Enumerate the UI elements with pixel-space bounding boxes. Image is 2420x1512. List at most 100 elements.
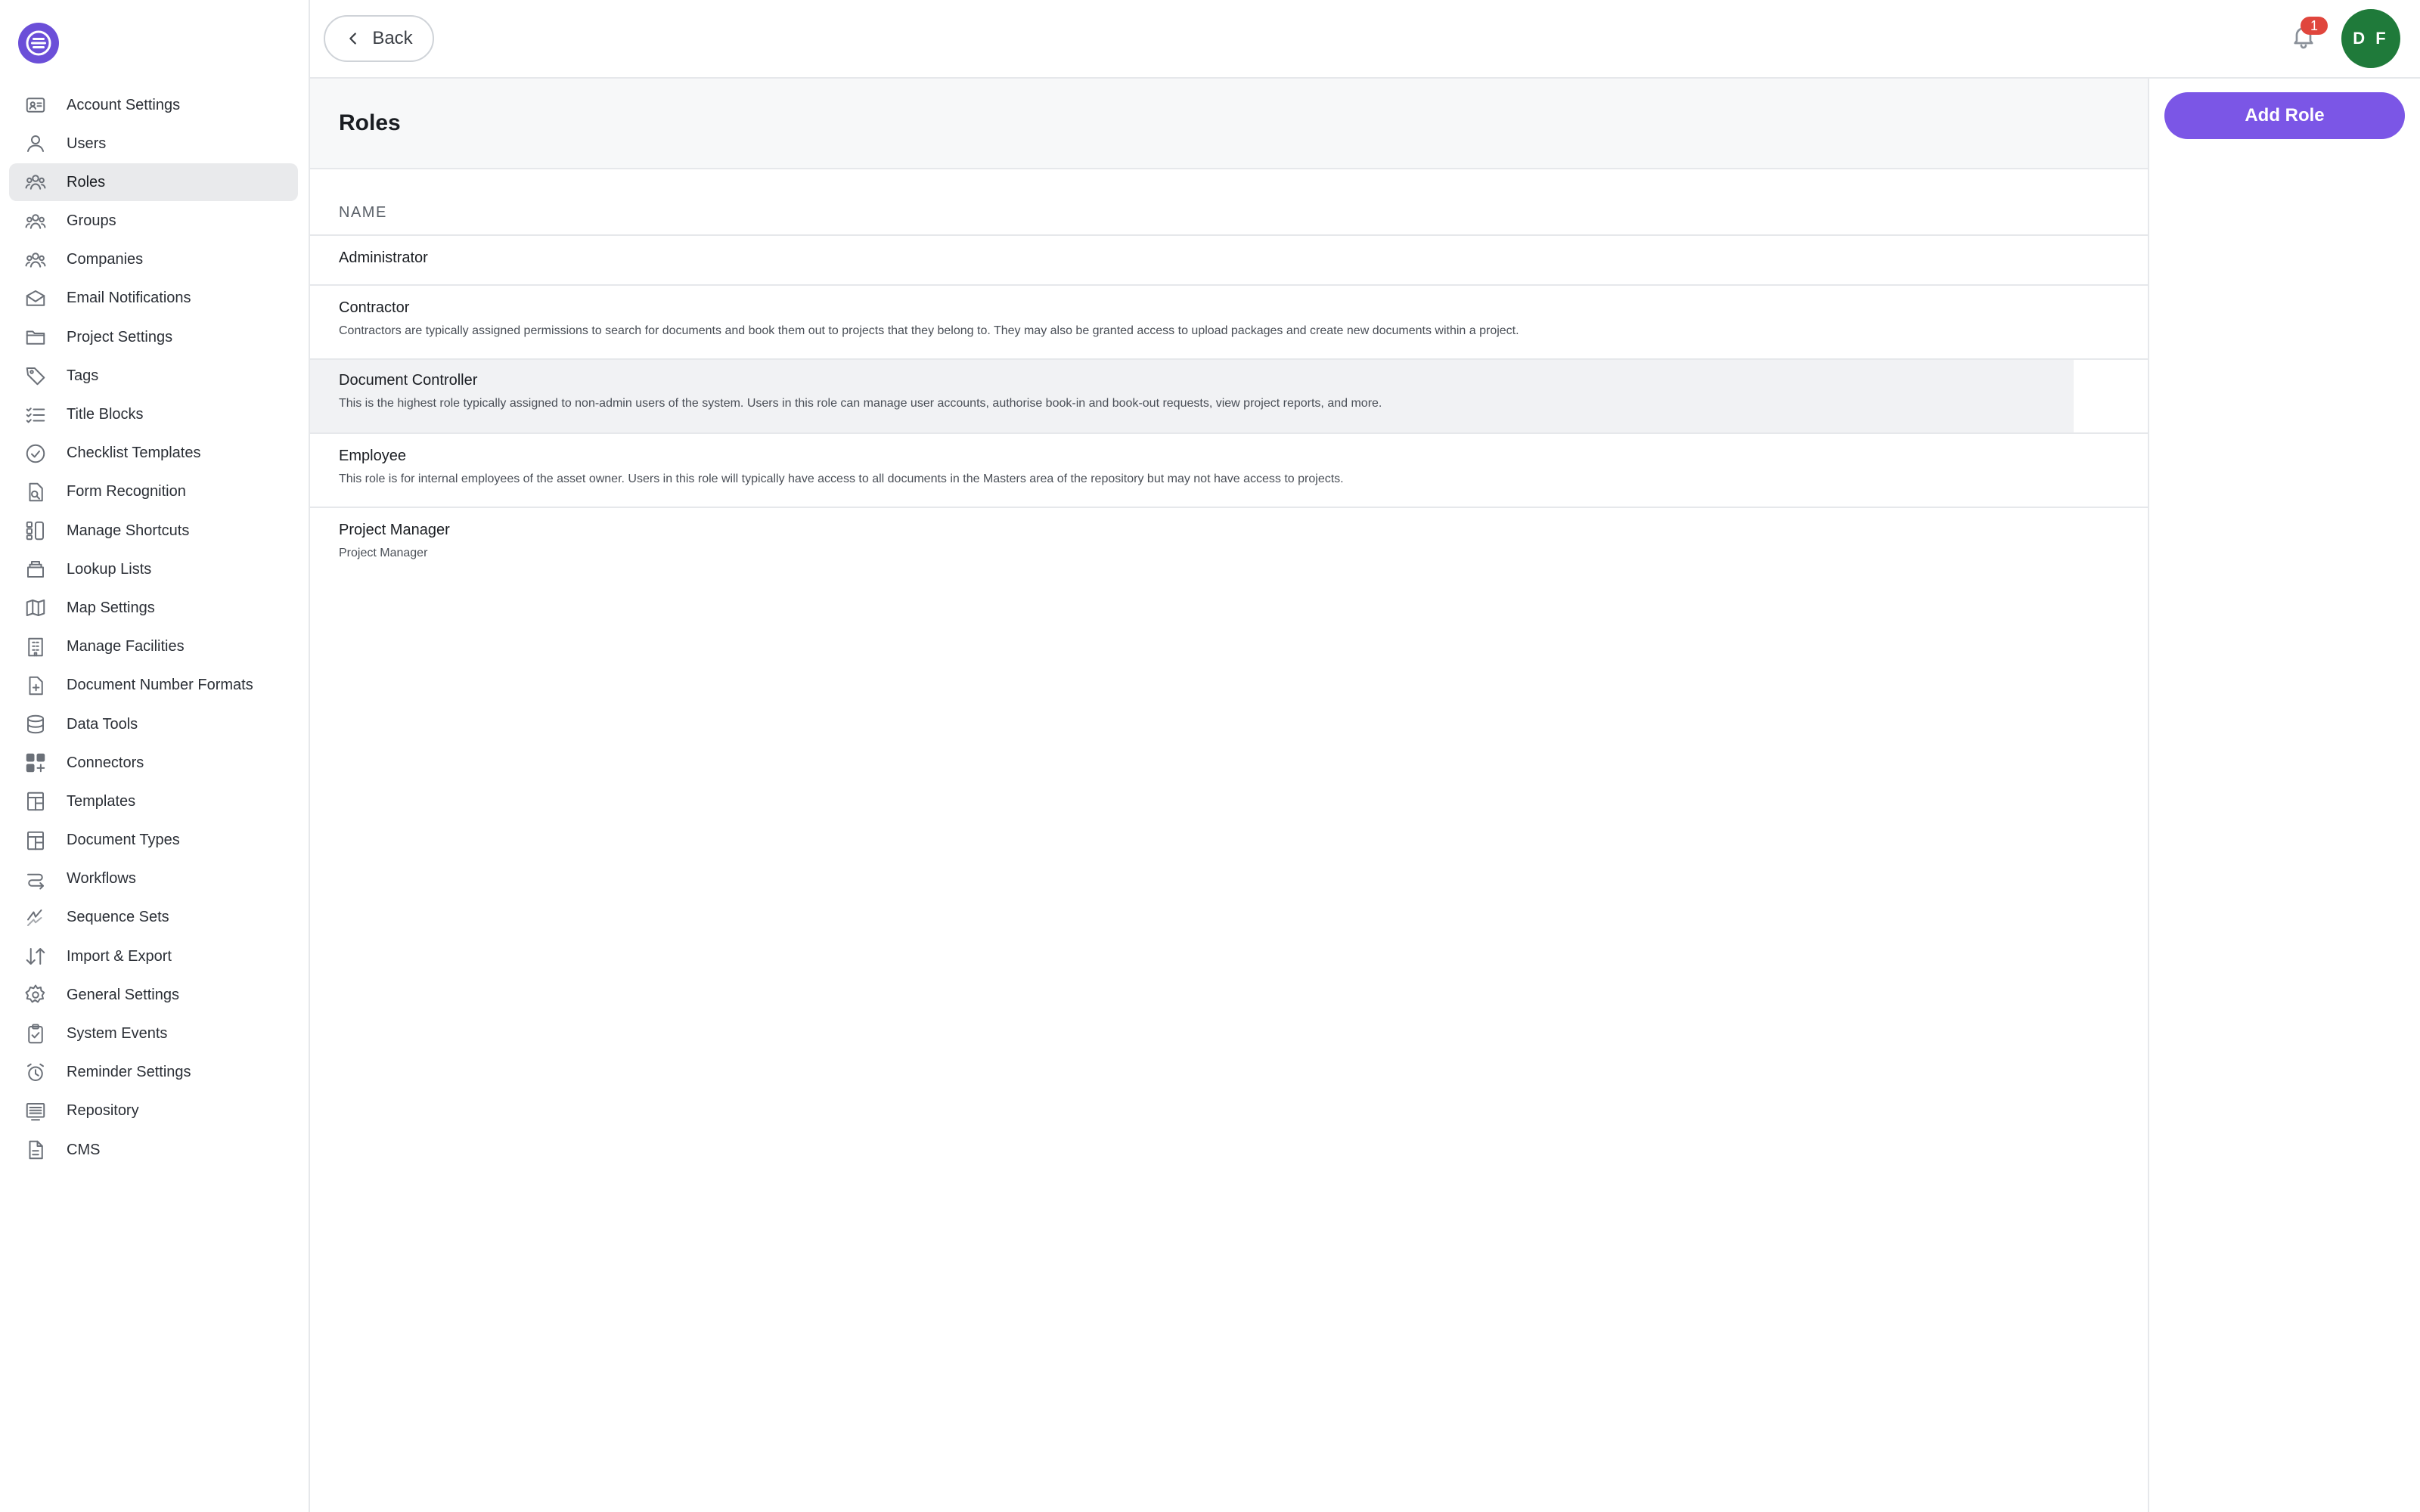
layout-icon [23, 789, 48, 814]
sidebar-item-cms[interactable]: CMS [9, 1131, 298, 1169]
sidebar-item-manage-shortcuts[interactable]: Manage Shortcuts [9, 512, 298, 550]
sidebar-item-title-blocks[interactable]: Title Blocks [9, 396, 298, 434]
table-row[interactable]: Administrator [310, 236, 2148, 286]
sidebar-item-companies[interactable]: Companies [9, 241, 298, 279]
table-row[interactable]: Document Controller This is the highest … [310, 360, 2148, 434]
role-description: Contractors are typically assigned permi… [339, 324, 1519, 337]
sidebar-item-label: Manage Shortcuts [67, 522, 190, 539]
sidebar-item-label: Form Recognition [67, 483, 186, 500]
role-description: This role is for internal employees of t… [339, 472, 1344, 485]
notification-badge: 1 [2301, 17, 2328, 35]
sidebar-item-form-recognition[interactable]: Form Recognition [9, 473, 298, 511]
tag-icon [23, 363, 48, 389]
role-name: Project Manager [339, 522, 450, 538]
map-icon [23, 595, 48, 621]
sidebar-item-label: Map Settings [67, 599, 155, 616]
database-icon [23, 711, 48, 737]
sidebar-item-label: CMS [67, 1141, 101, 1158]
table-row[interactable]: Project Manager Project Manager [310, 508, 2148, 582]
roles-table: NAME Administrator Contractor Contractor… [310, 204, 2148, 582]
sidebar-item-label: Document Types [67, 832, 180, 849]
sidebar-item-roles[interactable]: Roles [9, 163, 298, 202]
sidebar-item-label: Companies [67, 251, 144, 268]
column-header-name[interactable]: NAME [310, 204, 2148, 236]
sidebar-item-sequence-sets[interactable]: Sequence Sets [9, 899, 298, 937]
alarm-icon [23, 1060, 48, 1086]
sidebar-item-map-settings[interactable]: Map Settings [9, 589, 298, 627]
list-check-icon [23, 402, 48, 428]
role-description: Project Manager [339, 547, 428, 559]
sidebar-item-label: Checklist Templates [67, 445, 201, 462]
sidebar-item-label: Data Tools [67, 715, 138, 733]
stack-icon [23, 556, 48, 582]
check-circle-icon [23, 441, 48, 466]
sidebar-item-users[interactable]: Users [9, 125, 298, 163]
sidebar-item-label: General Settings [67, 986, 179, 1003]
actions-panel: Add Role [2149, 79, 2420, 1512]
sidebar-item-workflows[interactable]: Workflows [9, 860, 298, 898]
sidebar-item-label: Templates [67, 792, 136, 810]
sidebar-item-tags[interactable]: Tags [9, 357, 298, 395]
role-name: Administrator [339, 249, 428, 266]
sidebar-item-groups[interactable]: Groups [9, 203, 298, 240]
sidebar-item-label: Connectors [67, 754, 144, 771]
sidebar-item-label: Groups [67, 212, 116, 230]
sidebar-item-templates[interactable]: Templates [9, 782, 298, 820]
sidebar-item-label: Reminder Settings [67, 1064, 191, 1081]
sidebar-nav: Account Settings Users Roles Groups Companie… [9, 86, 298, 1170]
apps-icon [23, 750, 48, 776]
page-header: Roles [310, 79, 2148, 169]
sidebar-item-label: Sequence Sets [67, 909, 169, 926]
sidebar-item-connectors[interactable]: Connectors [9, 744, 298, 782]
users-group-icon [23, 169, 48, 195]
building-icon [23, 634, 48, 660]
sidebar-item-checklist-templates[interactable]: Checklist Templates [9, 435, 298, 472]
file-plus-icon [23, 673, 48, 699]
sidebar-item-data-tools[interactable]: Data Tools [9, 705, 298, 743]
table-row[interactable]: Contractor Contractors are typically ass… [310, 286, 2148, 360]
sidebar-item-manage-facilities[interactable]: Manage Facilities [9, 628, 298, 666]
sidebar-item-label: Manage Facilities [67, 638, 185, 655]
file-search-icon [23, 479, 48, 505]
file-text-icon [23, 1137, 48, 1163]
sidebar-item-account-settings[interactable]: Account Settings [9, 86, 298, 124]
table-row[interactable]: Employee This role is for internal emplo… [310, 434, 2148, 508]
mail-icon [23, 286, 48, 311]
page-title: Roles [339, 110, 401, 135]
repository-icon [23, 1098, 48, 1124]
back-label: Back [372, 28, 413, 48]
role-name: Employee [339, 448, 406, 464]
sidebar-item-label: Import & Export [67, 947, 172, 965]
sidebar-item-import-export[interactable]: Import & Export [9, 937, 298, 975]
sidebar-item-label: Workflows [67, 870, 136, 888]
sidebar-item-general-settings[interactable]: General Settings [9, 976, 298, 1014]
sidebar-item-label: Project Settings [67, 328, 173, 345]
sidebar-item-label: Tags [67, 367, 99, 384]
app-root: Account Settings Users Roles Groups Companie… [0, 0, 2420, 1512]
sidebar-item-repository[interactable]: Repository [9, 1092, 298, 1130]
sidebar-item-email-notifications[interactable]: Email Notifications [9, 280, 298, 318]
sidebar-item-system-events[interactable]: System Events [9, 1015, 298, 1053]
sidebar-item-reminder-settings[interactable]: Reminder Settings [9, 1054, 298, 1092]
user-icon [23, 131, 48, 156]
sidebar: Account Settings Users Roles Groups Companie… [0, 0, 310, 1512]
gear-icon [23, 982, 48, 1008]
role-name: Document Controller [339, 372, 478, 389]
roles-panel: Roles NAME Administrator Contractor Cont… [310, 79, 2149, 1512]
shortcut-icon [23, 518, 48, 544]
sidebar-item-lookup-lists[interactable]: Lookup Lists [9, 550, 298, 588]
sidebar-item-label: Lookup Lists [67, 560, 152, 578]
id-card-icon [23, 92, 48, 118]
user-avatar[interactable]: D F [2341, 9, 2400, 68]
app-logo-icon[interactable] [18, 23, 59, 64]
role-name: Contractor [339, 299, 410, 316]
sidebar-item-document-number-formats[interactable]: Document Number Formats [9, 667, 298, 705]
back-button[interactable]: Back [324, 15, 434, 62]
sequence-icon [23, 905, 48, 931]
sidebar-item-label: Users [67, 135, 107, 152]
sidebar-item-document-types[interactable]: Document Types [9, 822, 298, 860]
role-description: This is the highest role typically assig… [339, 397, 1382, 410]
route-icon [23, 866, 48, 892]
add-role-button[interactable]: Add Role [2164, 92, 2405, 139]
sidebar-item-project-settings[interactable]: Project Settings [9, 318, 298, 356]
